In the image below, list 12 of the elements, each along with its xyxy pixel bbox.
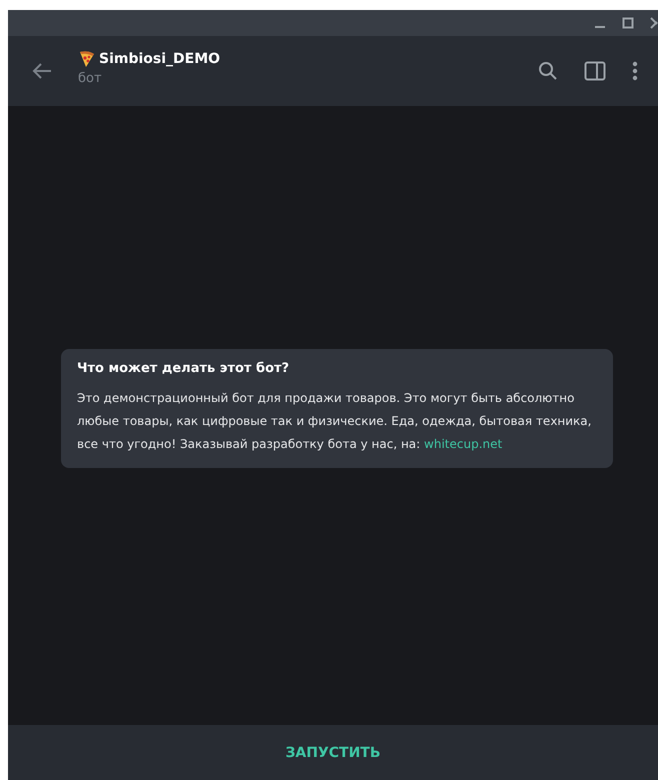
chat-subtitle: бот bbox=[78, 71, 103, 86]
maximize-icon[interactable] bbox=[622, 17, 634, 29]
chat-title: Simbiosi_DEMO bbox=[99, 51, 220, 67]
website-link[interactable]: whitecup.net bbox=[424, 436, 502, 450]
start-button[interactable]: ЗАПУСТИТЬ bbox=[8, 725, 658, 780]
back-arrow-icon[interactable] bbox=[32, 62, 52, 80]
search-icon[interactable] bbox=[538, 61, 558, 81]
pizza-icon bbox=[78, 50, 95, 68]
card-description: Это демонстрационный бот для продажи товаров. Это могут быть абсолютно любые товары, как цифровые так и физические. Еда, одежда, бытовая техника, все что угодно! Заказывай разработку бота у нас, на: whitecup.net bbox=[77, 390, 592, 452]
side-panel-icon[interactable] bbox=[584, 61, 606, 81]
card-heading: Что может делать этот бот? bbox=[77, 360, 290, 376]
menu-icon[interactable] bbox=[632, 61, 638, 81]
